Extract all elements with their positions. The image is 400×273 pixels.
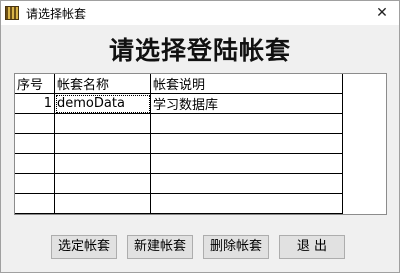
table-row[interactable]: 1 demoData 学习数据库 bbox=[15, 93, 343, 114]
cell-description[interactable]: 学习数据库 bbox=[150, 93, 343, 114]
cell-description[interactable] bbox=[150, 173, 343, 194]
dialog-window: 请选择帐套 ✕ 请选择登陆帐套 序号 帐套名称 帐套说明 1 demoData … bbox=[0, 0, 400, 273]
cell-number[interactable] bbox=[15, 193, 55, 214]
delete-account-set-button[interactable]: 删除帐套 bbox=[203, 235, 269, 259]
window-title: 请选择帐套 bbox=[26, 7, 87, 21]
cell-name[interactable] bbox=[54, 133, 151, 154]
cell-number[interactable] bbox=[15, 133, 55, 154]
cell-description[interactable] bbox=[150, 153, 343, 174]
title-bar[interactable]: 请选择帐套 ✕ bbox=[1, 1, 399, 26]
exit-button[interactable]: 退 出 bbox=[279, 235, 345, 259]
account-set-table: 序号 帐套名称 帐套说明 1 demoData 学习数据库 bbox=[15, 74, 343, 214]
cell-name[interactable] bbox=[54, 113, 151, 134]
app-icon bbox=[5, 6, 19, 20]
column-header-name[interactable]: 帐套名称 bbox=[54, 74, 151, 94]
column-header-description[interactable]: 帐套说明 bbox=[150, 74, 343, 94]
table-row[interactable] bbox=[15, 133, 343, 154]
cell-number[interactable] bbox=[15, 153, 55, 174]
cell-description[interactable] bbox=[150, 193, 343, 214]
table-header-row: 序号 帐套名称 帐套说明 bbox=[15, 74, 343, 94]
account-set-grid[interactable]: 序号 帐套名称 帐套说明 1 demoData 学习数据库 bbox=[14, 73, 387, 215]
table-row[interactable] bbox=[15, 173, 343, 194]
cell-name[interactable] bbox=[54, 173, 151, 194]
cell-number[interactable] bbox=[15, 113, 55, 134]
cell-number[interactable]: 1 bbox=[15, 93, 55, 114]
cell-name[interactable]: demoData bbox=[54, 93, 151, 114]
cell-description[interactable] bbox=[150, 133, 343, 154]
table-row[interactable] bbox=[15, 193, 343, 214]
table-row[interactable] bbox=[15, 153, 343, 174]
cell-description[interactable] bbox=[150, 113, 343, 134]
column-header-number[interactable]: 序号 bbox=[15, 74, 55, 94]
dialog-heading: 请选择登陆帐套 bbox=[108, 36, 291, 65]
cell-name[interactable] bbox=[54, 193, 151, 214]
cell-name[interactable] bbox=[54, 153, 151, 174]
cell-number[interactable] bbox=[15, 173, 55, 194]
table-row[interactable] bbox=[15, 113, 343, 134]
new-account-set-button[interactable]: 新建帐套 bbox=[127, 235, 193, 259]
select-account-set-button[interactable]: 选定帐套 bbox=[51, 235, 117, 259]
close-icon[interactable]: ✕ bbox=[365, 1, 399, 25]
